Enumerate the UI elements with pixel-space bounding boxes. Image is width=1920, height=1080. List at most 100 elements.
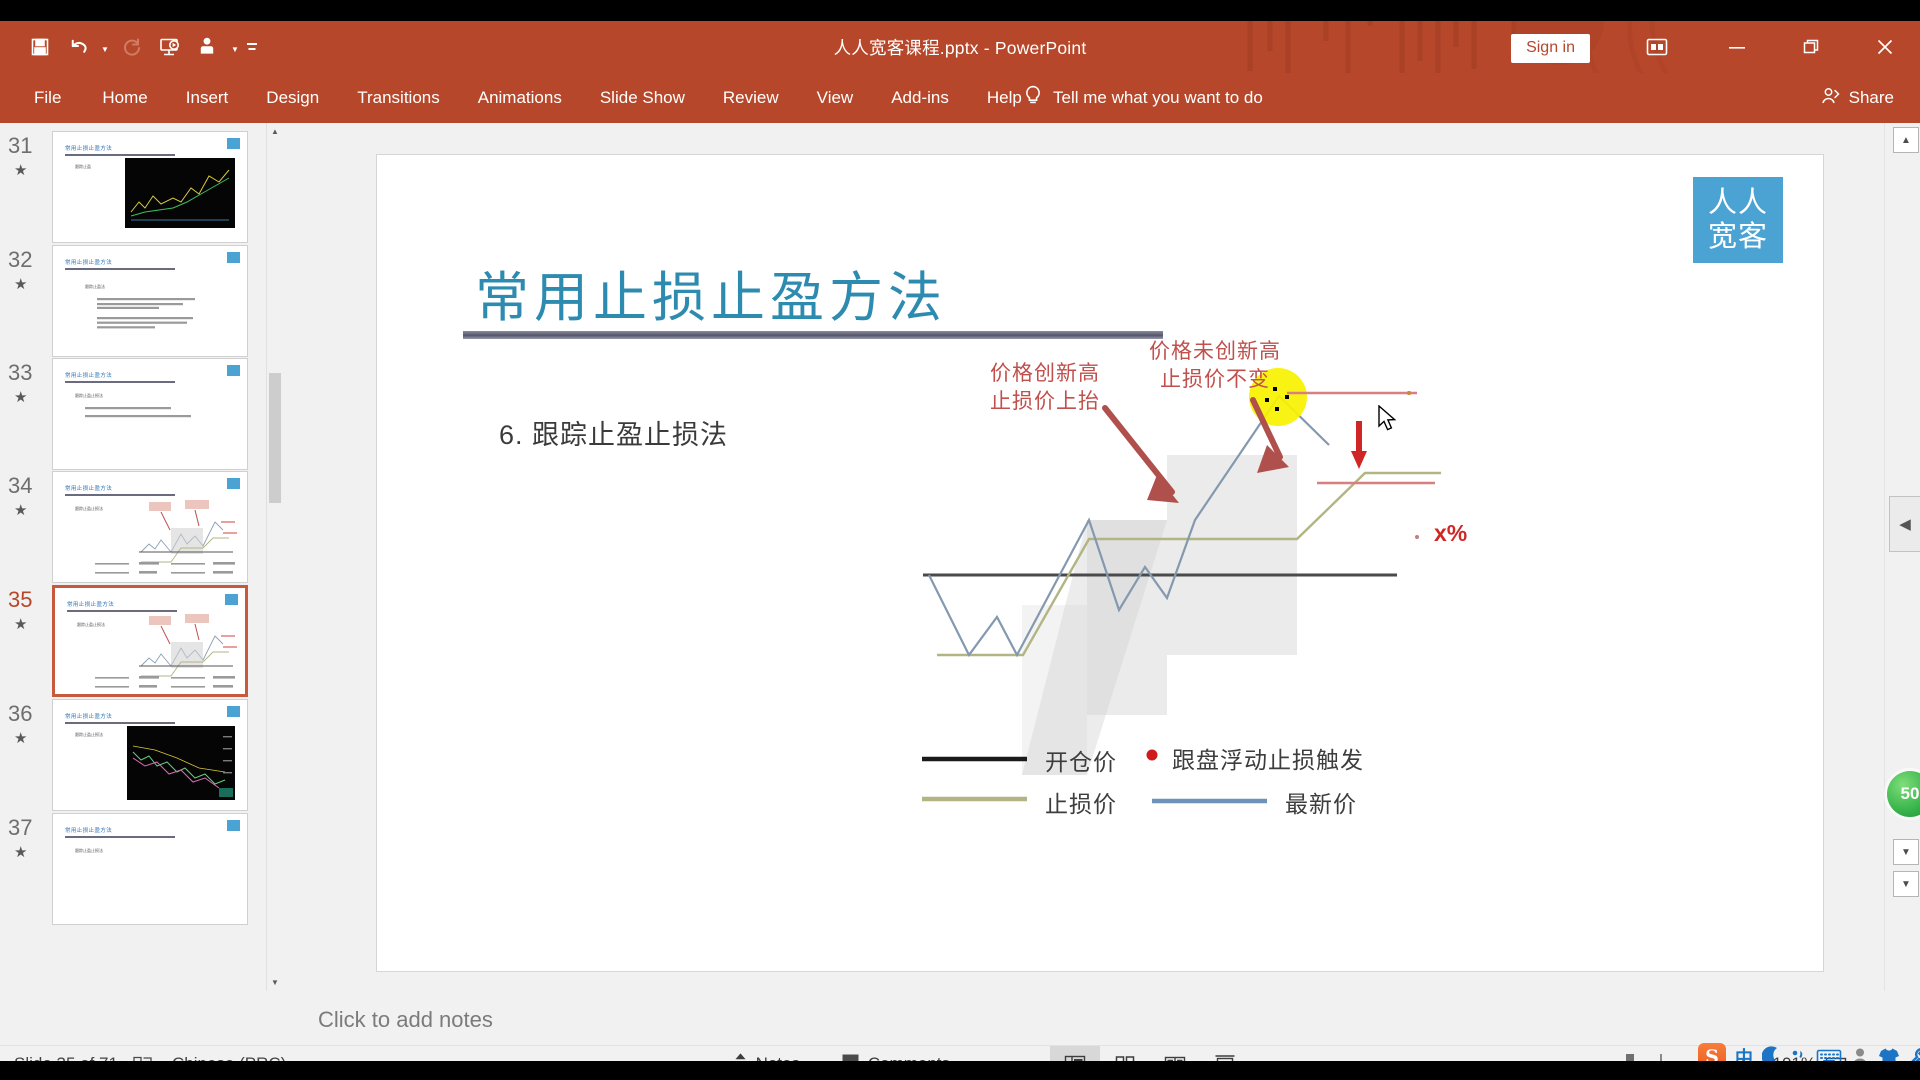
- notes-placeholder[interactable]: Click to add notes: [318, 1007, 493, 1033]
- scroll-up-chevron-up-icon[interactable]: ▲: [267, 123, 282, 140]
- tell-me-search[interactable]: Tell me what you want to do: [1024, 73, 1263, 123]
- scrollbar-thumb[interactable]: [269, 373, 281, 503]
- thumbnail-canvas[interactable]: 常用止损止盈方法 跟踪止盈止损法: [52, 699, 248, 811]
- annotation-no-new-high-line2: 止损价不变: [1160, 367, 1270, 391]
- tab-insert[interactable]: Insert: [167, 73, 248, 123]
- slide-stage: 人人 宽客 常用止损止盈方法 6. 跟踪止盈止损法 价格创新高 止损价上抬 价格…: [282, 123, 1884, 1051]
- tab-view[interactable]: View: [798, 73, 873, 123]
- spell-check-icon[interactable]: [132, 1055, 154, 1061]
- sogou-logo-icon[interactable]: S: [1698, 1043, 1726, 1061]
- ribbon-display-options-icon[interactable]: [1634, 21, 1680, 73]
- touch-dropdown-chevron-down-icon[interactable]: ▼: [228, 29, 242, 65]
- notes-toggle[interactable]: Notes: [732, 1046, 800, 1061]
- slide-counter[interactable]: Slide 35 of 71: [14, 1054, 118, 1061]
- star-icon: ★: [14, 502, 28, 519]
- tab-add-ins[interactable]: Add-ins: [872, 73, 968, 123]
- thumbnail-canvas[interactable]: 常用止损止盈方法 跟踪止盈: [52, 131, 248, 243]
- minimize-icon[interactable]: [1714, 21, 1760, 73]
- thumbnail-canvas-selected[interactable]: 常用止损止盈方法 跟踪止盈止损法: [52, 585, 248, 697]
- thumbnail-canvas[interactable]: 常用止损止盈方法 跟踪止盈止损法: [52, 813, 248, 925]
- thumbnail-slide-31[interactable]: 31 ★ 常用止损止盈方法 跟踪止盈: [0, 131, 282, 243]
- workspace: 31 ★ 常用止损止盈方法 跟踪止盈 32 ★ 常用止损止盈方法 跟踪止盈法 3…: [0, 123, 1920, 1051]
- star-icon: ★: [14, 844, 28, 861]
- present-icon[interactable]: [152, 29, 188, 65]
- undo-icon[interactable]: [60, 29, 96, 65]
- tab-home[interactable]: Home: [83, 73, 166, 123]
- touch-mode-icon[interactable]: [190, 29, 226, 65]
- floating-badge[interactable]: 50: [1887, 771, 1920, 817]
- save-icon[interactable]: [22, 29, 58, 65]
- close-icon[interactable]: [1862, 21, 1908, 73]
- sogou-ime-toolbar[interactable]: S 中: [1692, 1040, 1920, 1061]
- thumbnail-number: 32: [8, 247, 33, 272]
- user-icon[interactable]: [1851, 1047, 1869, 1061]
- thumbnail-slide-33[interactable]: 33 ★ 常用止损止盈方法 跟踪止盈止损法: [0, 358, 282, 470]
- thumbnail-logo-icon: [227, 252, 240, 263]
- rail-scroll-up-chevron-up-icon[interactable]: ▲: [1893, 127, 1919, 153]
- slide-sorter-icon[interactable]: [1100, 1046, 1150, 1061]
- lightbulb-icon: [1024, 85, 1042, 112]
- thumbnail-bullet: 跟踪止盈止损法: [75, 393, 103, 398]
- thumbnail-number: 31: [8, 133, 33, 158]
- customize-quick-access-more-icon[interactable]: [244, 29, 260, 65]
- thumbnail-slide-37[interactable]: 37 ★ 常用止损止盈方法 跟踪止盈止损法: [0, 813, 282, 925]
- normal-view-icon[interactable]: [1050, 1045, 1100, 1061]
- slideshow-icon[interactable]: [1200, 1046, 1250, 1061]
- notes-label: Notes: [756, 1054, 800, 1061]
- notes-pane[interactable]: Click to add notes: [282, 991, 1884, 1051]
- tab-review[interactable]: Review: [704, 73, 798, 123]
- zoom-slider-thumb[interactable]: [1626, 1054, 1634, 1061]
- annotation-no-new-high: 价格未创新高 止损价不变: [1149, 338, 1281, 393]
- thumbnail-canvas[interactable]: 常用止损止盈方法 跟踪止盈止损法: [52, 358, 248, 470]
- ime-mode-chinese[interactable]: 中: [1735, 1044, 1753, 1061]
- tab-animations[interactable]: Animations: [459, 73, 581, 123]
- keyboard-icon[interactable]: [1816, 1047, 1842, 1061]
- zoom-out-minus-icon[interactable]: −: [1506, 1053, 1536, 1061]
- collapse-left-icon[interactable]: ◀: [1889, 496, 1920, 552]
- tab-design[interactable]: Design: [247, 73, 338, 123]
- view-buttons: [1050, 1045, 1250, 1061]
- thumbnail-slide-36[interactable]: 36 ★ 常用止损止盈方法 跟踪止盈止损法: [0, 699, 282, 811]
- trailing-stop-diagram[interactable]: [377, 155, 1824, 972]
- moon-icon[interactable]: [1762, 1046, 1782, 1061]
- current-slide[interactable]: 人人 宽客 常用止损止盈方法 6. 跟踪止盈止损法 价格创新高 止损价上抬 价格…: [376, 154, 1824, 972]
- star-icon: ★: [14, 616, 28, 633]
- tab-transitions[interactable]: Transitions: [338, 73, 459, 123]
- punctuation-icon[interactable]: [1791, 1047, 1807, 1061]
- tab-file[interactable]: File: [12, 73, 83, 123]
- thumbnail-scrollbar[interactable]: ▲ ▼: [266, 123, 282, 991]
- thumbnail-title: 常用止损止盈方法: [65, 146, 113, 152]
- thumbnail-bullet: 跟踪止盈止损法: [75, 848, 103, 853]
- thumbnail-canvas[interactable]: 常用止损止盈方法 跟踪止盈法: [52, 245, 248, 357]
- rail-next-slide-icon[interactable]: ▼: [1893, 871, 1919, 897]
- rail-scroll-down-chevron-down-icon[interactable]: ▼: [1893, 839, 1919, 865]
- quick-access-toolbar: ▼ ▼: [22, 21, 260, 73]
- scroll-down-chevron-down-icon[interactable]: ▼: [267, 974, 282, 991]
- thumbnail-title: 常用止损止盈方法: [65, 373, 113, 379]
- star-icon: ★: [14, 730, 28, 747]
- comments-toggle[interactable]: Comments: [841, 1046, 950, 1061]
- language-indicator[interactable]: Chinese (PRC): [172, 1054, 286, 1061]
- thumbnail-slide-34[interactable]: 34 ★ 常用止损止盈方法 跟踪止盈止损法: [0, 471, 282, 583]
- share-button[interactable]: Share: [1820, 73, 1894, 123]
- thumbnail-logo-icon: [227, 138, 240, 149]
- thumbnail-number: 34: [8, 473, 33, 498]
- tab-slide-show[interactable]: Slide Show: [581, 73, 704, 123]
- reading-view-icon[interactable]: [1150, 1046, 1200, 1061]
- share-label: Share: [1848, 88, 1894, 107]
- thumbnail-bullet: 跟踪止盈止损法: [75, 506, 103, 511]
- undo-dropdown-chevron-down-icon[interactable]: ▼: [98, 29, 112, 65]
- slide-thumbnail-pane[interactable]: 31 ★ 常用止损止盈方法 跟踪止盈 32 ★ 常用止损止盈方法 跟踪止盈法 3…: [0, 123, 282, 991]
- legend-label-stop-price: 止损价: [1045, 791, 1117, 817]
- right-scroll-rail[interactable]: ▲ ◀ 50 ▼ ▼: [1884, 123, 1920, 991]
- skin-icon[interactable]: [1878, 1047, 1900, 1061]
- annotation-new-high-line2: 止损价上抬: [990, 389, 1100, 413]
- tools-icon[interactable]: [1909, 1047, 1920, 1061]
- redo-icon[interactable]: [114, 29, 150, 65]
- thumbnail-bullet: 跟踪止盈: [75, 164, 91, 169]
- restore-icon[interactable]: [1788, 21, 1834, 73]
- thumbnail-canvas[interactable]: 常用止损止盈方法 跟踪止盈止损法: [52, 471, 248, 583]
- thumbnail-slide-35[interactable]: 35 ★ 常用止损止盈方法 跟踪止盈止损法: [0, 585, 282, 697]
- sign-in-button[interactable]: Sign in: [1511, 34, 1590, 63]
- thumbnail-slide-32[interactable]: 32 ★ 常用止损止盈方法 跟踪止盈法: [0, 245, 282, 357]
